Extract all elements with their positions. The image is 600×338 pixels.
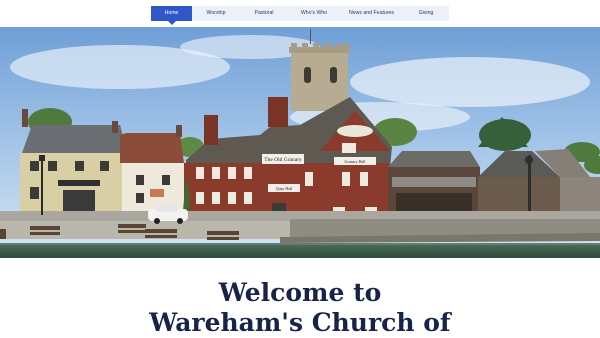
nav-home[interactable]: Home	[151, 6, 192, 25]
river	[0, 243, 600, 258]
page-title-line-1: Welcome to	[218, 278, 382, 307]
granary-sub-sign: Granary Hall	[345, 159, 367, 164]
main-nav: Home Worship Pastoral Who's Who News and…	[151, 6, 449, 25]
nav-giving[interactable]: Giving	[403, 6, 449, 21]
page-title-line-2: Wareham's Church of	[149, 308, 451, 337]
granary-sign: The Old Granary	[264, 157, 302, 163]
lamp-post	[528, 155, 531, 217]
nav-whos-who[interactable]: Who's Who	[288, 6, 340, 21]
quay-sub-sign: Quay Hall	[276, 186, 293, 191]
top-bar: Home Worship Pastoral Who's Who News and…	[0, 0, 600, 27]
nav-worship[interactable]: Worship	[192, 6, 240, 21]
hero-image: The Old Granary Granary Hall Quay Hall	[0, 27, 600, 258]
nav-pastoral[interactable]: Pastoral	[240, 6, 288, 21]
page-title: Welcome to Wareham's Church of	[0, 278, 600, 338]
nav-news-and-features[interactable]: News and Features	[340, 6, 403, 21]
old-granary-building: The Old Granary Granary Hall Quay Hall	[182, 97, 392, 222]
quay-scene-illustration: The Old Granary Granary Hall Quay Hall	[0, 27, 600, 258]
street-lamp	[41, 159, 43, 215]
white-house	[120, 125, 184, 211]
